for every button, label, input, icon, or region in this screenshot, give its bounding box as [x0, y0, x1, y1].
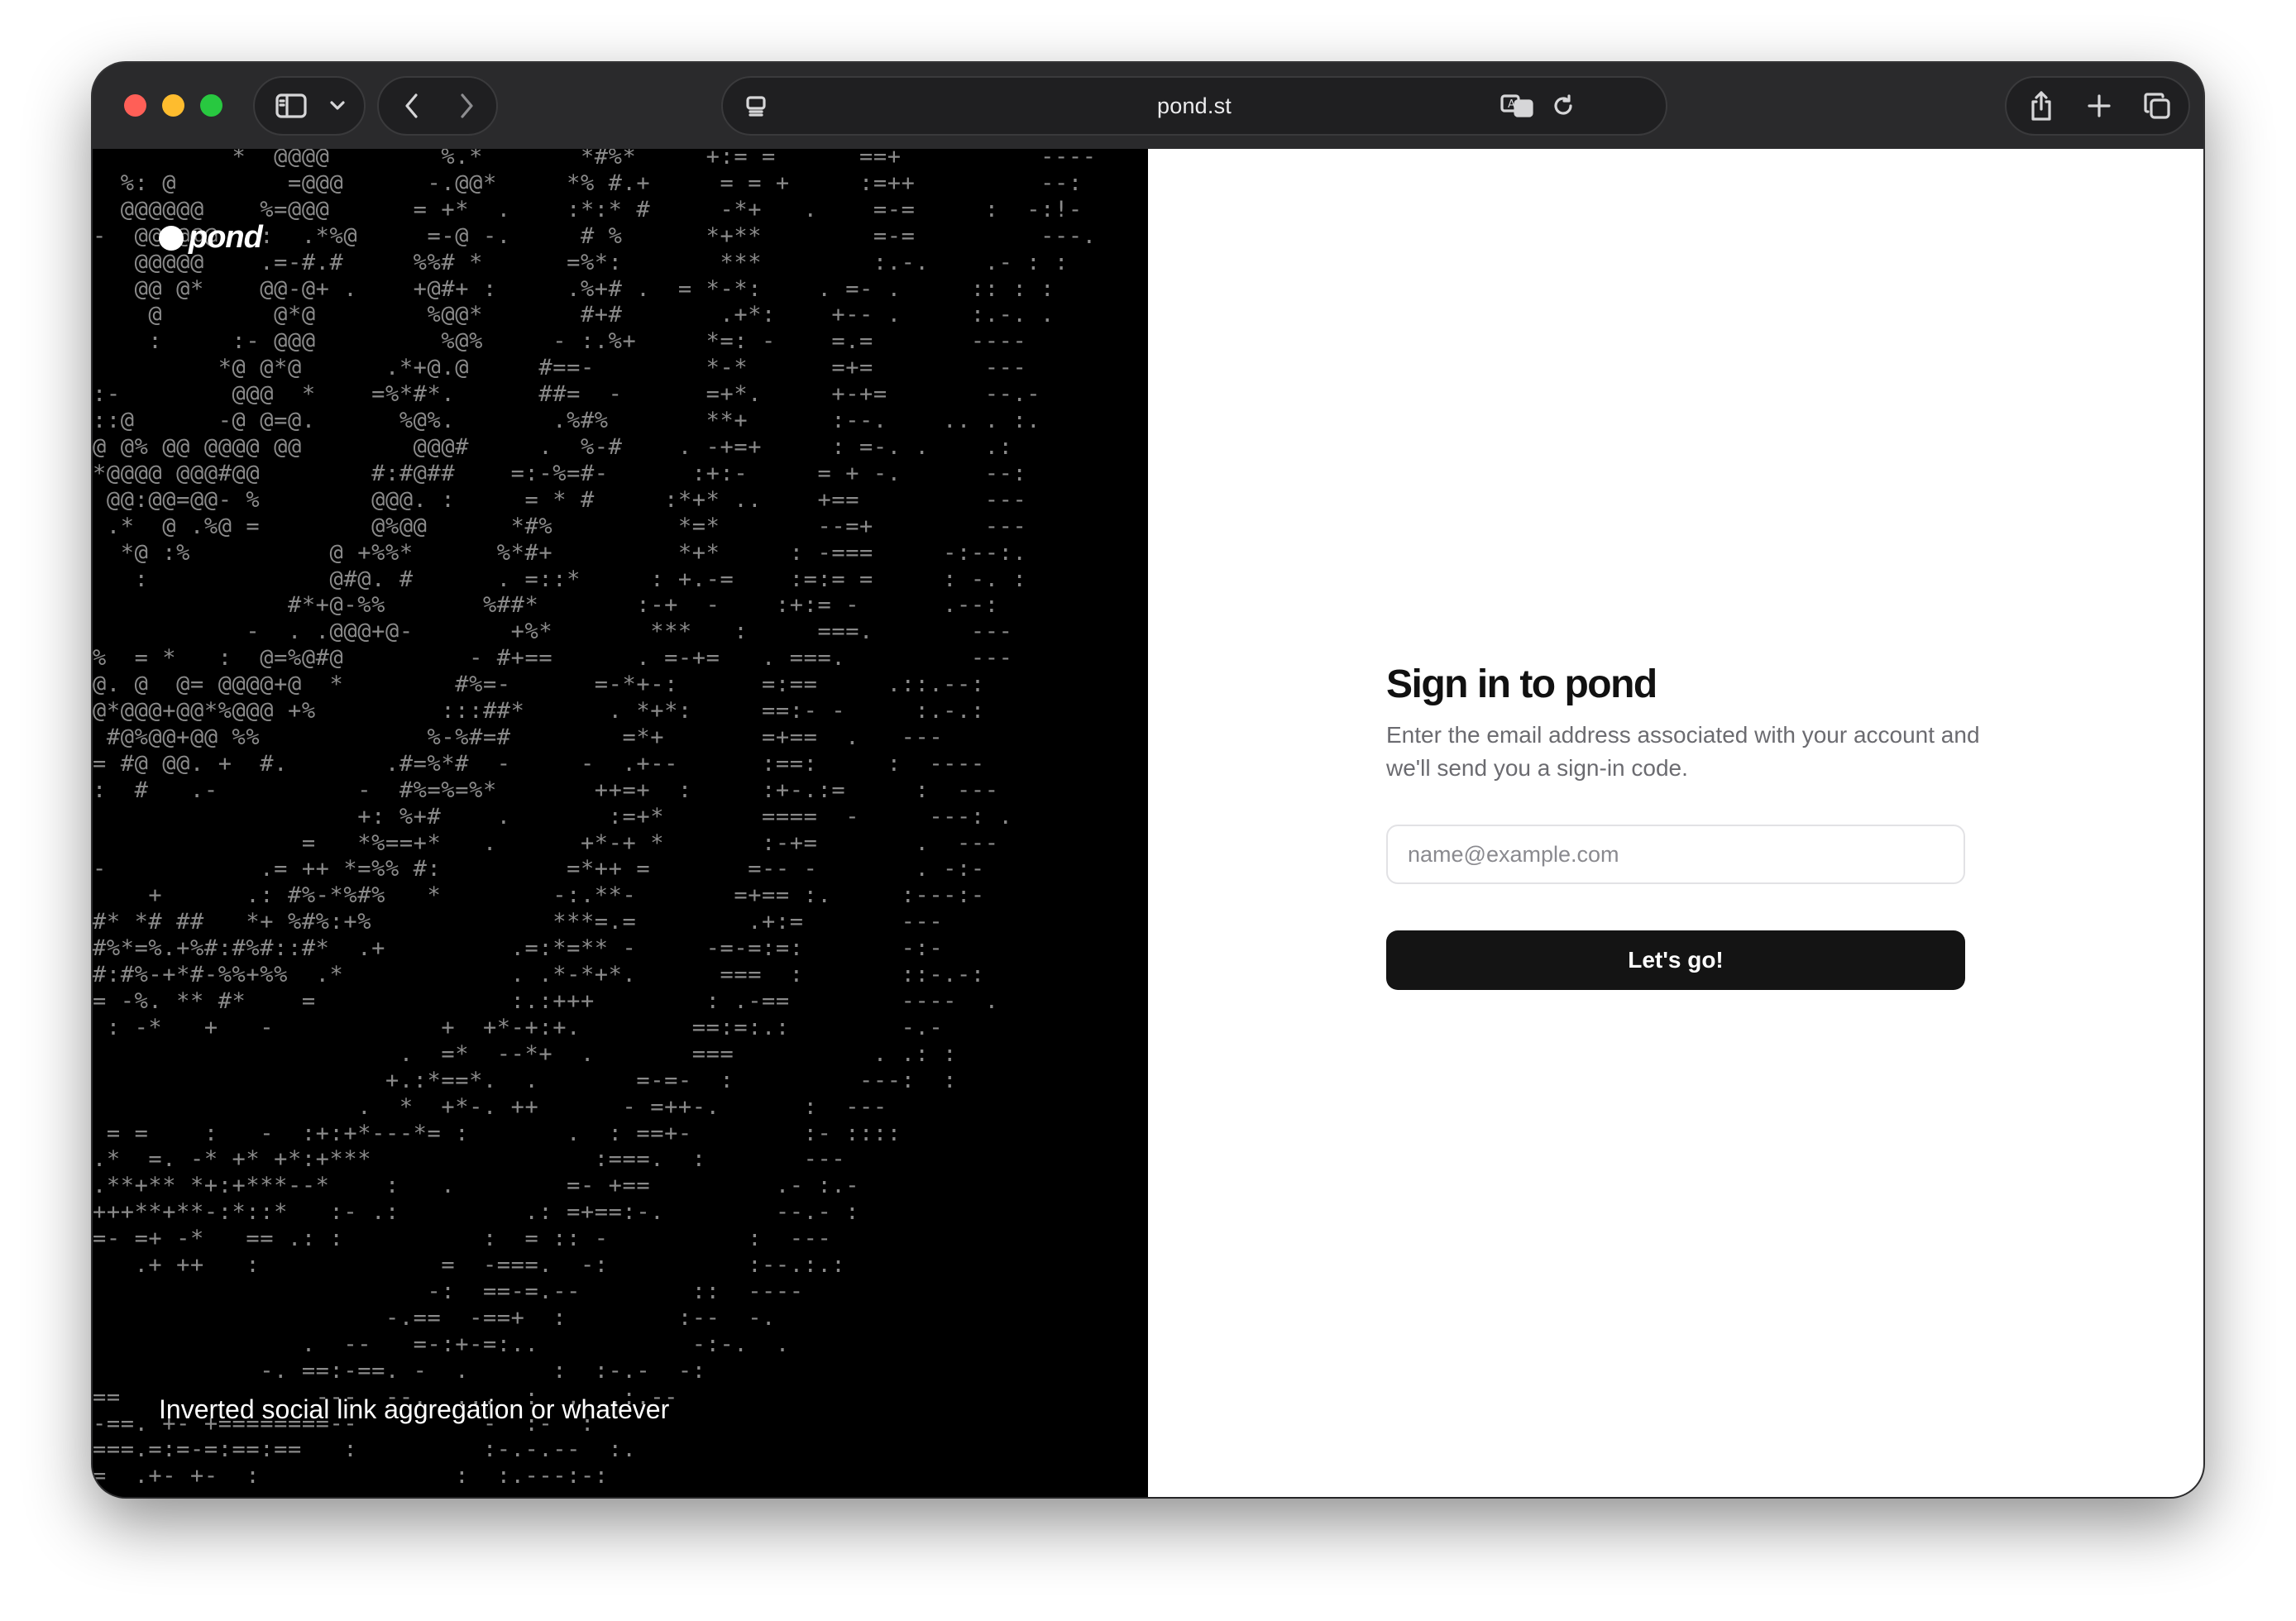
browser-toolbar: pond.st A — [93, 63, 2203, 151]
signin-heading: Sign in to pond — [1386, 662, 1657, 706]
share-icon[interactable] — [2015, 78, 2068, 134]
signin-panel: Sign in to pond Enter the email address … — [1148, 149, 2203, 1497]
back-icon[interactable] — [385, 78, 438, 134]
logo-text: pond — [189, 220, 263, 255]
submit-button[interactable]: Let's go! — [1386, 930, 1965, 990]
forward-icon[interactable] — [440, 78, 493, 134]
chevron-down-icon[interactable] — [319, 78, 356, 134]
tab-overview-icon[interactable] — [2131, 78, 2184, 134]
signin-form: Sign in to pond Enter the email address … — [1386, 662, 1980, 990]
pond-logo[interactable]: pond — [159, 220, 263, 256]
minimize-window-button[interactable] — [162, 94, 184, 117]
logo-dot-icon — [159, 225, 184, 251]
hero-tagline: Inverted social link aggregation or what… — [159, 1394, 670, 1424]
new-tab-icon[interactable] — [2073, 78, 2126, 134]
email-input[interactable] — [1386, 825, 1965, 884]
window-actions-group — [2005, 76, 2190, 136]
hero-panel: * @@@@ %.* *#%* +:= = ==+ ---- %: @ =@@@… — [93, 149, 1148, 1497]
sidebar-button-group — [253, 76, 366, 136]
page-content: * @@@@ %.* *#%* +:= = ==+ ---- %: @ =@@@… — [93, 149, 2203, 1497]
close-window-button[interactable] — [124, 94, 146, 117]
translate-icon[interactable]: A — [1494, 78, 1540, 134]
signin-description: Enter the email address associated with … — [1386, 722, 1980, 781]
reload-icon[interactable] — [1542, 78, 1585, 134]
ascii-art-background: * @@@@ %.* *#%* +:= = ==+ ---- %: @ =@@@… — [93, 149, 1097, 1490]
browser-window: pond.st A * @@@@ %.* *#%* +:= = ==+ ----… — [93, 63, 2203, 1497]
address-bar[interactable]: pond.st A — [721, 76, 1667, 136]
zoom-window-button[interactable] — [200, 94, 222, 117]
svg-text:A: A — [1508, 98, 1515, 111]
sidebar-icon[interactable] — [266, 78, 316, 134]
navigation-button-group — [377, 76, 498, 136]
